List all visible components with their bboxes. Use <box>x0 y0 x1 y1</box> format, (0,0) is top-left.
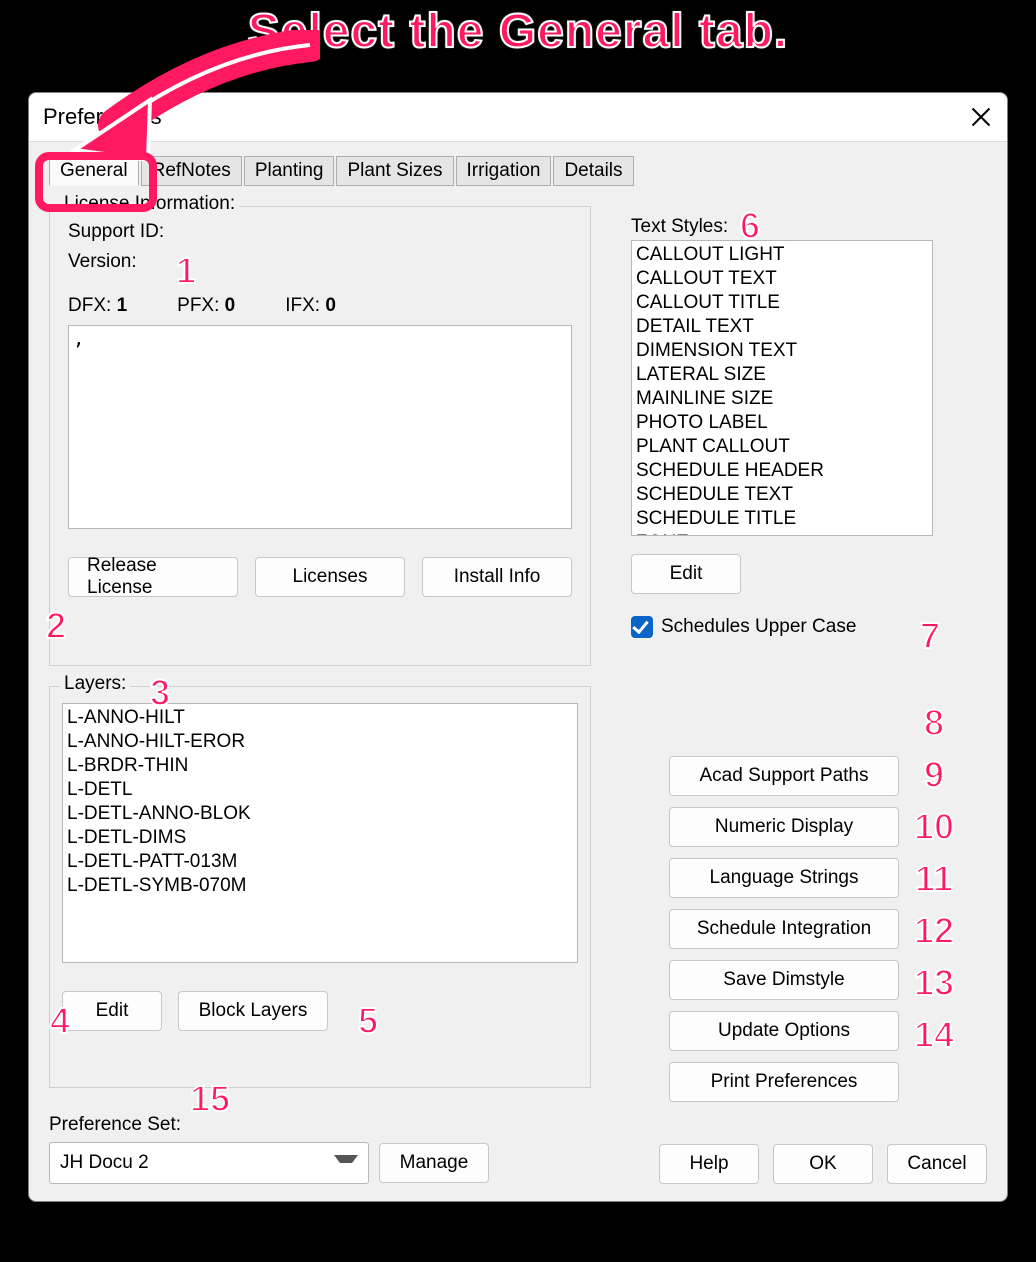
badge-10: 10 <box>904 806 964 848</box>
tab-general[interactable]: General <box>49 156 139 186</box>
list-item[interactable]: PLANT CALLOUT <box>636 435 928 459</box>
tab-plant-sizes[interactable]: Plant Sizes <box>336 156 453 186</box>
tab-planting[interactable]: Planting <box>244 156 335 186</box>
badge-5: 5 <box>338 1000 398 1042</box>
table-row[interactable]: L-ANNO-HILT-EROR2 <box>67 730 578 754</box>
list-item[interactable]: SCHEDULE HEADER <box>636 459 928 483</box>
list-item[interactable]: SCHEDULE TITLE <box>636 507 928 531</box>
list-item[interactable]: DETAIL TEXT <box>636 315 928 339</box>
save-dimstyle-button[interactable]: Save Dimstyle <box>669 960 899 1000</box>
cancel-button[interactable]: Cancel <box>887 1144 987 1184</box>
badge-1: 1 <box>156 250 216 292</box>
list-item[interactable]: SCHEDULE TEXT <box>636 483 928 507</box>
layers-list[interactable]: L-ANNO-HILT2 L-ANNO-HILT-EROR2 L-BRDR-TH… <box>62 703 578 963</box>
preference-set-label: Preference Set: <box>49 1114 489 1136</box>
license-group-title: License Information: <box>60 193 239 215</box>
checkbox-icon <box>631 616 653 638</box>
list-item[interactable]: LATERAL SIZE <box>636 363 928 387</box>
text-styles-edit-button[interactable]: Edit <box>631 554 741 594</box>
table-row[interactable]: L-DETL-ANNO-BLOK0 <box>67 802 578 826</box>
tab-irrigation[interactable]: Irrigation <box>456 156 552 186</box>
pfx-value: 0 <box>225 295 236 316</box>
table-row[interactable]: L-DETL-PATT-013M5 <box>67 850 578 874</box>
license-details-text[interactable]: , <box>68 325 572 529</box>
install-info-button[interactable]: Install Info <box>422 557 572 597</box>
badge-7: 7 <box>900 615 960 657</box>
ok-button[interactable]: OK <box>773 1144 873 1184</box>
list-item[interactable]: CALLOUT TITLE <box>636 291 928 315</box>
list-item[interactable]: ZONE <box>636 531 928 536</box>
language-strings-button[interactable]: Language Strings <box>669 858 899 898</box>
list-item[interactable]: PHOTO LABEL <box>636 411 928 435</box>
pfx-label: PFX: <box>177 295 219 316</box>
table-row[interactable]: L-BRDR-THIN8 <box>67 754 578 778</box>
licenses-button[interactable]: Licenses <box>255 557 405 597</box>
badge-8: 8 <box>904 702 964 744</box>
badge-9: 9 <box>904 754 964 796</box>
print-preferences-button[interactable]: Print Preferences <box>669 1062 899 1102</box>
update-options-button[interactable]: Update Options <box>669 1011 899 1051</box>
table-row[interactable]: L-DETL0 <box>67 778 578 802</box>
titlebar: Preferences <box>29 93 1007 142</box>
table-row[interactable]: L-DETL-DIMS4 <box>67 826 578 850</box>
dfx-value: 1 <box>117 295 128 316</box>
tabstrip: General RefNotes Planting Plant Sizes Ir… <box>49 156 987 186</box>
text-styles-label: Text Styles: <box>631 216 933 238</box>
schedule-integration-button[interactable]: Schedule Integration <box>669 909 899 949</box>
text-styles-group: Text Styles: CALLOUT LIGHT CALLOUT TEXT … <box>619 206 945 710</box>
badge-13: 13 <box>904 962 964 1004</box>
list-item[interactable]: CALLOUT LIGHT <box>636 243 928 267</box>
badge-12: 12 <box>904 910 964 952</box>
version-label: Version: <box>68 251 137 272</box>
window-title: Preferences <box>43 104 162 130</box>
ifx-value: 0 <box>325 295 336 316</box>
badge-2: 2 <box>26 605 86 647</box>
story-headline: Select the General tab. <box>0 4 1036 59</box>
support-id-label: Support ID: <box>68 221 164 242</box>
text-styles-list[interactable]: CALLOUT LIGHT CALLOUT TEXT CALLOUT TITLE… <box>631 240 933 536</box>
numeric-display-button[interactable]: Numeric Display <box>669 807 899 847</box>
schedules-upper-checkbox[interactable]: Schedules Upper Case <box>631 616 856 638</box>
chevron-down-icon <box>334 1155 358 1171</box>
schedules-upper-label: Schedules Upper Case <box>661 616 856 638</box>
help-button[interactable]: Help <box>659 1144 759 1184</box>
preference-set-value: JH Docu 2 <box>60 1152 149 1174</box>
acad-support-paths-button[interactable]: Acad Support Paths <box>669 756 899 796</box>
table-row[interactable]: L-DETL-SYMB-070M7 <box>67 874 578 898</box>
list-item[interactable]: MAINLINE SIZE <box>636 387 928 411</box>
badge-14: 14 <box>904 1014 964 1056</box>
preference-set-select[interactable]: JH Docu 2 <box>49 1142 369 1184</box>
badge-6: 6 <box>720 205 780 247</box>
tab-details[interactable]: Details <box>553 156 633 186</box>
license-group: License Information: Support ID: Version… <box>49 206 591 666</box>
release-license-button[interactable]: Release License <box>68 557 238 597</box>
manage-button[interactable]: Manage <box>379 1143 489 1183</box>
right-button-stack: Acad Support Paths Numeric Display Langu… <box>669 756 899 1102</box>
badge-4: 4 <box>30 1000 90 1042</box>
layers-group: Layers: L-ANNO-HILT2 L-ANNO-HILT-EROR2 L… <box>49 686 591 1088</box>
layers-group-title: Layers: <box>60 673 130 695</box>
badge-3: 3 <box>130 672 190 714</box>
list-item[interactable]: CALLOUT TEXT <box>636 267 928 291</box>
block-layers-button[interactable]: Block Layers <box>178 991 328 1031</box>
tab-refnotes[interactable]: RefNotes <box>141 156 242 186</box>
badge-15: 15 <box>180 1078 240 1120</box>
badge-11: 11 <box>904 858 964 900</box>
close-icon[interactable] <box>969 105 993 129</box>
dfx-label: DFX: <box>68 295 111 316</box>
footer: Preference Set: JH Docu 2 Manage Help OK… <box>49 1114 987 1184</box>
list-item[interactable]: DIMENSION TEXT <box>636 339 928 363</box>
ifx-label: IFX: <box>285 295 320 316</box>
